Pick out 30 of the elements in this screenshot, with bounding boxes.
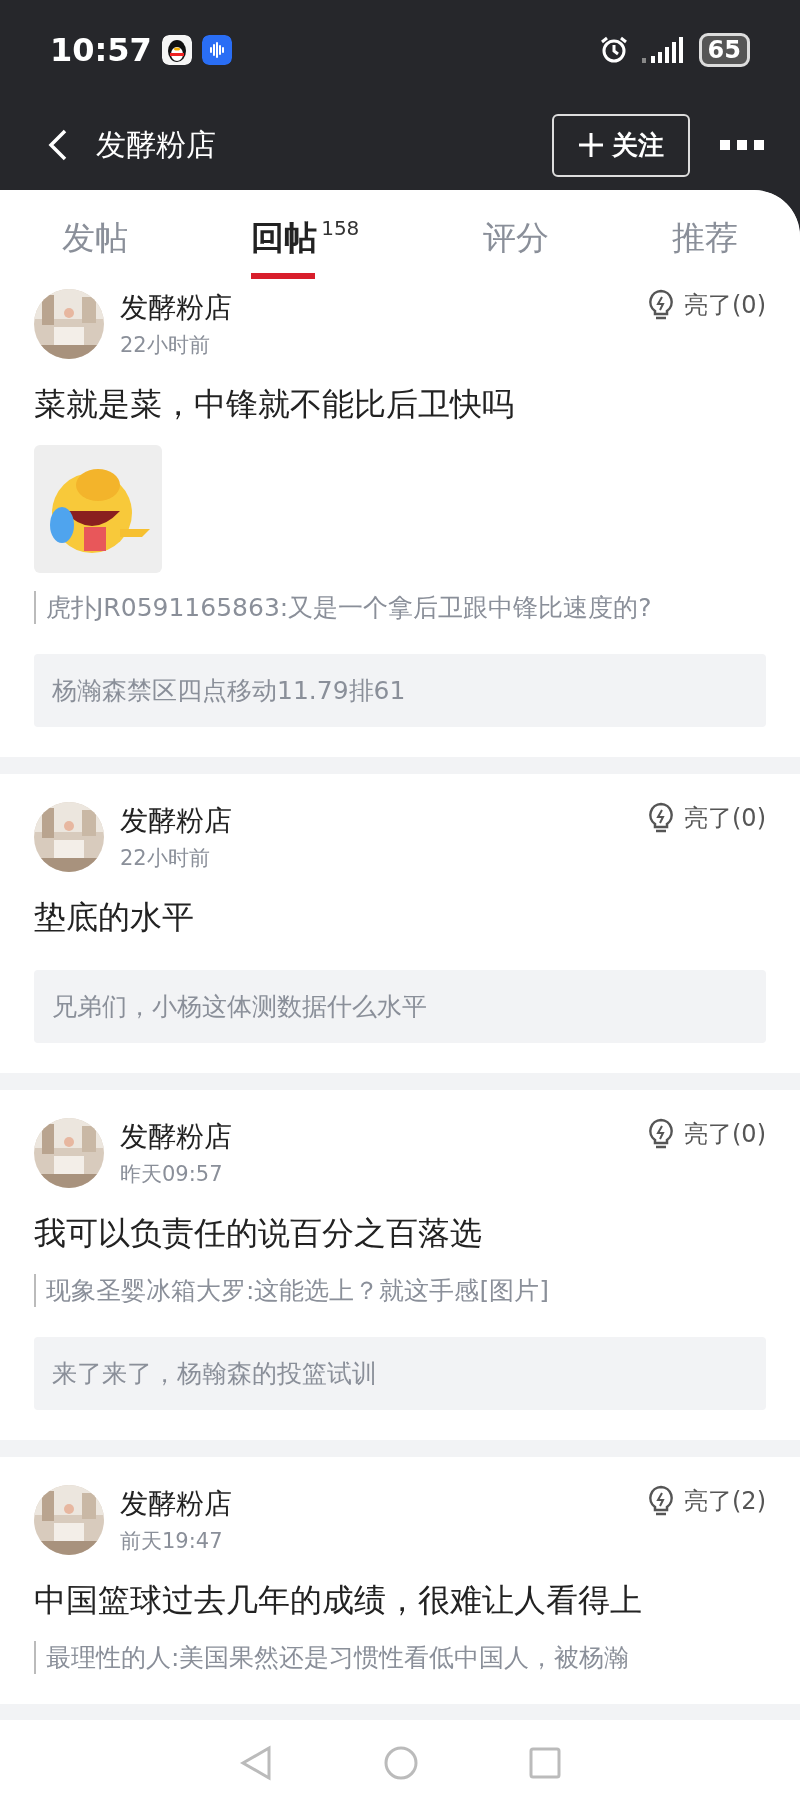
author-name[interactable]: 发酵粉店 [120, 289, 632, 327]
author-name[interactable]: 发酵粉店 [120, 802, 632, 840]
author-name[interactable]: 发酵粉店 [120, 1118, 632, 1156]
like-count[interactable]: 亮了(0) [684, 289, 766, 321]
follow-button[interactable]: 关注 [552, 113, 690, 177]
plus-icon [578, 132, 604, 158]
reply-text: 我可以负责任的说百分之百落选 [34, 1213, 483, 1254]
status-time: 10:57 [50, 31, 152, 69]
lightbulb-icon[interactable] [648, 1118, 674, 1150]
penguin-icon [161, 35, 192, 65]
like-count[interactable]: 亮了(2) [684, 1485, 766, 1517]
alarm-icon [598, 35, 629, 65]
author-name[interactable]: 发酵粉店 [120, 1485, 632, 1523]
reply-text: 中国篮球过去几年的成绩，很难让人看得上 [34, 1580, 643, 1621]
back-icon[interactable] [48, 128, 68, 162]
post-time: 22小时前 [120, 845, 211, 872]
like-count[interactable]: 亮了(0) [684, 1118, 766, 1150]
lightbulb-icon[interactable] [648, 1485, 674, 1517]
voice-wave-icon [201, 35, 232, 65]
lightbulb-icon[interactable] [648, 289, 674, 321]
lightbulb-icon[interactable] [648, 802, 674, 834]
reply-text: 菜就是菜，中锋就不能比后卫快吗 [34, 384, 515, 425]
reply-text: 垫底的水平 [34, 897, 195, 938]
post-time: 昨天09:57 [120, 1161, 224, 1188]
more-icon[interactable] [720, 139, 764, 151]
post-time: 前天19:47 [120, 1528, 224, 1555]
post-time: 22小时前 [120, 332, 211, 359]
battery-level: 65 [698, 33, 750, 67]
page-title: 发酵粉店 [96, 125, 217, 164]
like-count[interactable]: 亮了(0) [684, 802, 766, 834]
